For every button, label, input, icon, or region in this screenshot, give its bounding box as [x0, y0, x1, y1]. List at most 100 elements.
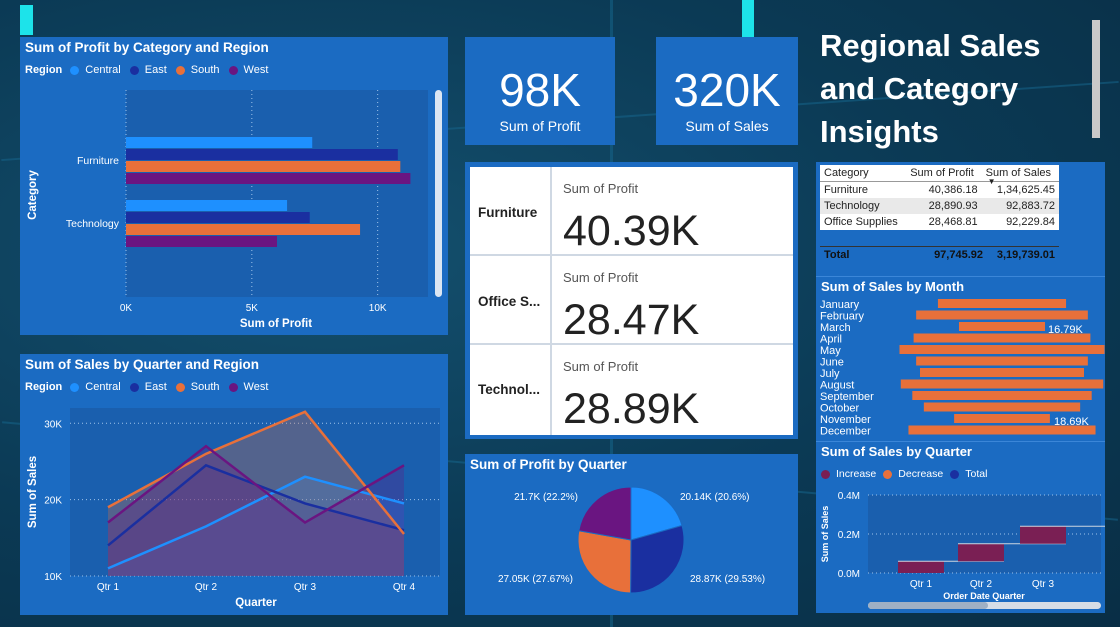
month-label: December	[820, 426, 871, 438]
sales-by-month-chart: JanuaryFebruaryMarchAprilMayJuneJulyAugu…	[820, 299, 1105, 438]
waterfall-bar	[958, 543, 1004, 562]
pie-slice	[577, 530, 632, 594]
month-label: June	[820, 357, 844, 369]
card-value: 40.39K	[563, 207, 700, 255]
matrix-header[interactable]: Sum of Profit	[906, 165, 981, 182]
x-tick-label: Qtr 2	[195, 582, 218, 593]
legend-item: Total	[965, 468, 988, 480]
y-tick-label: 30K	[44, 419, 62, 430]
y-tick-label: Furniture	[77, 155, 119, 167]
page-title: Regional Sales and Category Insights	[820, 28, 1041, 149]
bar	[920, 368, 1084, 377]
legend-item: Increase	[836, 468, 877, 480]
plot-area	[126, 90, 428, 297]
matrix-header-sorted[interactable]: Sum of Sales ▼	[982, 165, 1059, 186]
card-row[interactable]: Office S... Sum of Profit 28.47K	[470, 256, 793, 345]
bar	[126, 149, 398, 160]
card-row[interactable]: Technol... Sum of Profit 28.89K	[470, 345, 793, 434]
x-tick-label: 10K	[369, 303, 387, 314]
y-axis-title: Category	[27, 169, 39, 219]
bar	[916, 310, 1088, 320]
card-value: 28.47K	[563, 296, 700, 344]
x-tick-label: Qtr 1	[910, 579, 933, 590]
chart-title: Sum of Sales by Month	[821, 279, 965, 294]
month-label: March	[820, 322, 851, 334]
pie-slice	[578, 486, 632, 541]
card-row[interactable]: Furniture Sum of Profit 40.39K	[470, 167, 793, 256]
x-tick-label: 5K	[246, 303, 259, 314]
matrix-cell: Technology	[824, 200, 880, 212]
pie-data-label: 20.14K (20.6%)	[680, 492, 750, 503]
month-label: February	[820, 311, 865, 323]
bar	[916, 356, 1088, 366]
matrix-cell: Furniture	[824, 184, 869, 196]
matrix-header[interactable]: Category	[820, 165, 906, 182]
kpi-card-profit[interactable]: 98K Sum of Profit	[465, 37, 615, 145]
multi-row-card: Furniture Sum of Profit 40.39K Office S.…	[470, 167, 793, 435]
scrollbar[interactable]	[1092, 20, 1100, 138]
category-matrix[interactable]: Category Sum of Profit Sum of Sales ▼ Fur…	[820, 165, 1059, 230]
legend-dot-increase	[821, 469, 830, 479]
bar	[126, 200, 288, 211]
bar	[958, 322, 1046, 331]
sales-area-chart: 10K 20K 30K Qtr 1 Qtr 2 Qtr 3 Qtr 4 Quarter Sum …	[27, 408, 440, 609]
kpi-value: 98K	[499, 64, 581, 116]
matrix-cell: Office Supplies	[824, 216, 898, 228]
month-label: November	[820, 414, 871, 426]
right-column-panel[interactable]: Category Sum of Profit Sum of Sales ▼ Fur…	[816, 162, 1105, 613]
category-cards-panel[interactable]: Furniture Sum of Profit 40.39K Office S.…	[465, 162, 798, 439]
matrix-cell: 92,229.84	[1006, 216, 1055, 228]
month-label: April	[820, 334, 842, 346]
scrollbar[interactable]	[868, 602, 1101, 609]
category-label: Technol...	[478, 382, 541, 397]
y-tick-label: 10K	[44, 572, 62, 583]
bar	[126, 173, 411, 184]
x-axis-title: Quarter	[235, 597, 277, 609]
matrix-total-cell: Total	[824, 249, 850, 261]
data-label: 18.69K	[1054, 416, 1090, 428]
month-label: October	[820, 403, 859, 415]
profit-by-quarter-panel[interactable]: Sum of Profit by Quarter 20.14K (20.6%) 2…	[465, 454, 798, 615]
y-axis-title: Sum of Sales	[820, 506, 830, 563]
bar	[900, 379, 1104, 389]
month-label: January	[820, 299, 860, 311]
profit-by-category-region-panel[interactable]: Sum of Profit by Category and Region Reg…	[20, 37, 448, 335]
x-tick-label: Qtr 2	[970, 579, 993, 590]
kpi-card-sales[interactable]: 320K Sum of Sales	[656, 37, 798, 145]
matrix-cell: 28,468.81	[928, 216, 978, 228]
x-tick-label: Qtr 3	[1032, 579, 1055, 590]
category-label: Office S...	[478, 294, 541, 309]
waterfall-bar	[1020, 526, 1066, 544]
waterfall-legend: Increase Decrease Total	[821, 468, 987, 480]
scrollbar[interactable]	[435, 90, 442, 297]
legend-dot-decrease	[883, 469, 893, 479]
bar	[912, 391, 1092, 400]
bar	[126, 224, 361, 235]
month-label: September	[820, 391, 874, 403]
sort-desc-icon: ▼	[987, 177, 996, 186]
x-axis-title: Order Date Quarter	[943, 591, 1025, 601]
matrix-cell: 40,386.18	[928, 184, 978, 196]
y-tick-label: 0.0M	[838, 569, 860, 580]
y-tick-label: 0.2M	[838, 530, 860, 541]
chart-title: Sum of Sales by Quarter	[821, 444, 972, 459]
profit-pie-chart: 20.14K (20.6%) 28.87K (29.53%) 27.05K (27.…	[498, 486, 765, 594]
matrix-total-cell: 3,19,739.01	[996, 249, 1055, 261]
bar	[126, 161, 401, 172]
matrix-total-cell: 97,745.92	[934, 249, 983, 261]
kpi-value: 320K	[673, 64, 781, 116]
divider	[816, 441, 1105, 442]
x-axis-title: Sum of Profit	[240, 318, 312, 330]
y-axis-title: Sum of Sales	[27, 456, 39, 528]
sales-by-quarter-region-panel[interactable]: Sum of Sales by Quarter and Region Regio…	[20, 354, 448, 615]
card-sublabel: Sum of Profit	[563, 181, 639, 196]
matrix-total-row: Total 97,745.92 3,19,739.01	[820, 246, 1059, 262]
data-label: 16.79K	[1048, 324, 1084, 336]
month-label: August	[820, 380, 854, 392]
card-sublabel: Sum of Profit	[563, 359, 639, 374]
waterfall-chart: 0.4M 0.2M 0.0M Qtr 1 Qtr 2 Qtr 3 Order Date Qu…	[820, 491, 1105, 601]
legend-item: Decrease	[898, 468, 944, 480]
card-value: 28.89K	[563, 385, 700, 433]
scrollbar-thumb[interactable]	[868, 602, 988, 609]
kpi-label: Sum of Profit	[499, 118, 581, 134]
